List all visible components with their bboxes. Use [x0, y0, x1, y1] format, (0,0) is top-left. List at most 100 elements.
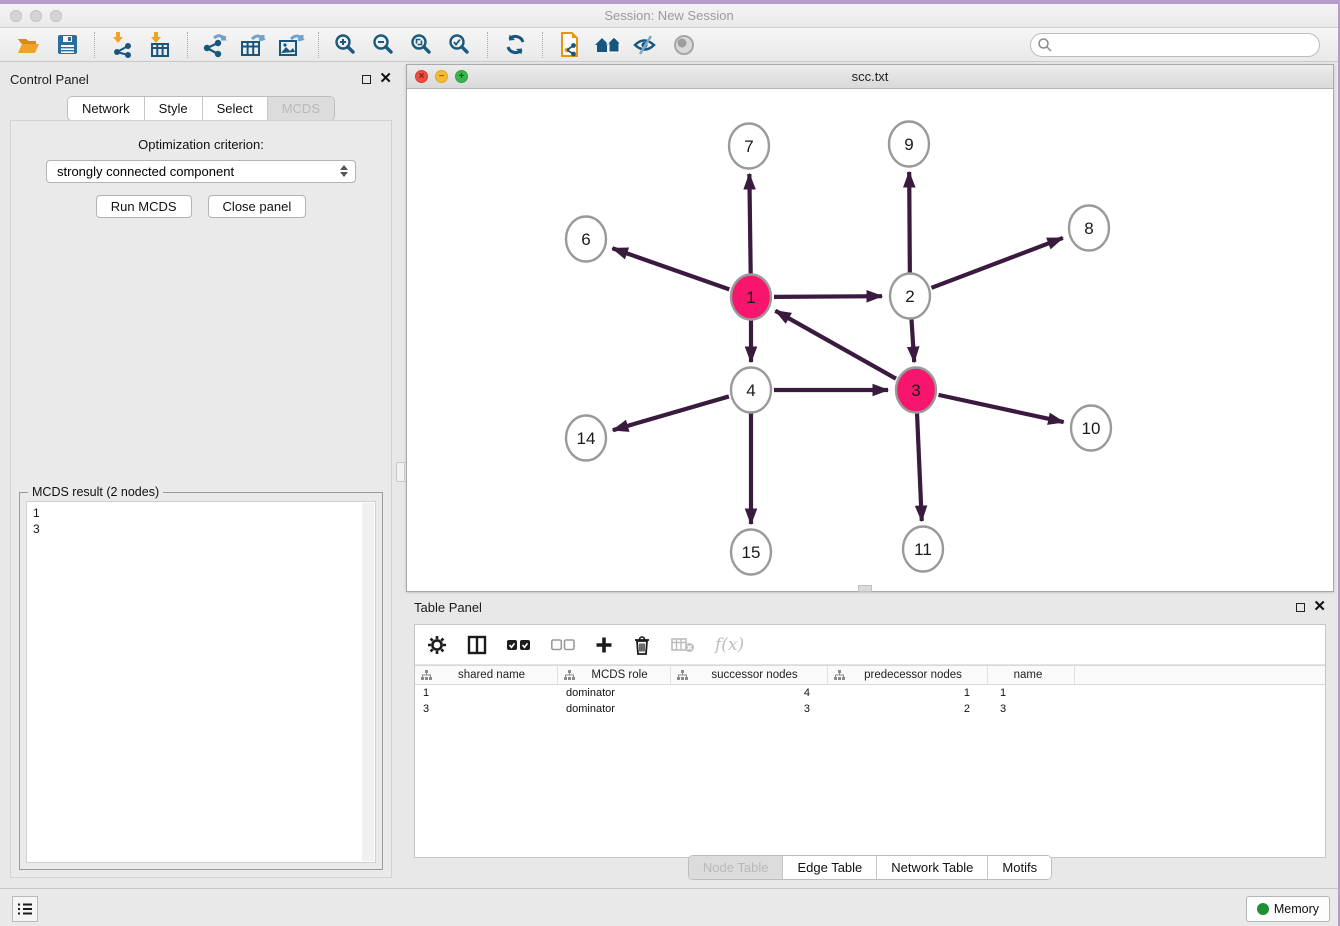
column-header[interactable]: MCDS role [558, 666, 671, 684]
node-2[interactable]: 2 [890, 274, 930, 319]
tab-select[interactable]: Select [203, 97, 268, 120]
network-window-titlebar[interactable]: scc.txt × − + [407, 65, 1333, 89]
edge-2-3[interactable] [911, 319, 914, 362]
edge-1-2[interactable] [774, 296, 882, 297]
table-cell[interactable]: 1 [828, 685, 988, 701]
table-cell[interactable]: 4 [671, 685, 828, 701]
table-row[interactable]: 1dominator411 [415, 685, 1325, 701]
float-panel-icon[interactable] [362, 75, 371, 84]
save-session-button[interactable] [52, 30, 82, 60]
node-10[interactable]: 10 [1071, 406, 1111, 451]
hide-selected-button[interactable] [631, 30, 661, 60]
table-settings-button[interactable] [427, 635, 447, 655]
export-table-button[interactable] [238, 30, 268, 60]
result-scrollbar[interactable] [362, 503, 374, 861]
table-cell[interactable]: 2 [828, 701, 988, 717]
tab-node-table[interactable]: Node Table [689, 856, 784, 879]
edge-1-7[interactable] [749, 174, 750, 274]
add-column-button[interactable] [595, 636, 613, 654]
delete-column-button[interactable] [633, 635, 651, 655]
vertical-splitter-handle[interactable] [396, 462, 405, 482]
deselect-all-button[interactable] [551, 639, 575, 651]
zoom-in-button[interactable] [331, 30, 361, 60]
float-table-panel-icon[interactable] [1296, 603, 1305, 612]
svg-text:4: 4 [746, 381, 755, 400]
node-14[interactable]: 14 [566, 416, 606, 461]
table-cell[interactable]: 3 [988, 701, 1075, 717]
tab-mcds[interactable]: MCDS [268, 97, 334, 120]
network-maximize-button[interactable]: + [455, 70, 468, 83]
column-header[interactable]: successor nodes [671, 666, 828, 684]
table-cell[interactable]: dominator [558, 701, 671, 717]
column-header[interactable]: shared name [415, 666, 558, 684]
criterion-select[interactable]: strongly connected component [46, 160, 356, 183]
node-7[interactable]: 7 [729, 124, 769, 169]
mcds-result-group: MCDS result (2 nodes) 13 [19, 492, 383, 870]
table-cell[interactable]: dominator [558, 685, 671, 701]
node-15[interactable]: 15 [731, 530, 771, 575]
import-table-button[interactable] [145, 30, 175, 60]
node-3[interactable]: 3 [896, 368, 936, 413]
mcds-result-textarea[interactable]: 13 [26, 501, 376, 863]
table-cell[interactable]: 3 [415, 701, 558, 717]
node-1[interactable]: 1 [731, 275, 771, 320]
export-image-button[interactable] [276, 30, 306, 60]
close-table-panel-icon[interactable]: ✕ [1313, 601, 1326, 613]
memory-button[interactable]: Memory [1246, 896, 1330, 922]
svg-text:7: 7 [744, 137, 753, 156]
tab-network[interactable]: Network [68, 97, 145, 120]
column-header[interactable]: predecessor nodes [828, 666, 988, 684]
import-network-button[interactable] [107, 30, 137, 60]
tab-style[interactable]: Style [145, 97, 203, 120]
edge-4-14[interactable] [613, 396, 729, 430]
zoom-fit-button[interactable] [407, 30, 437, 60]
control-panel-header: Control Panel ✕ [2, 66, 400, 92]
column-header[interactable]: name [988, 666, 1075, 684]
show-all-button[interactable] [669, 30, 699, 60]
network-canvas[interactable]: 7 9 6 8 1 2 4 3 14 10 15 11 [407, 89, 1333, 591]
zoom-out-button[interactable] [369, 30, 399, 60]
tab-motifs[interactable]: Motifs [988, 856, 1051, 879]
network-graph[interactable]: 7 9 6 8 1 2 4 3 14 10 15 11 [407, 89, 1333, 591]
first-neighbors-button[interactable] [593, 30, 623, 60]
task-history-button[interactable] [12, 896, 38, 922]
table-cell[interactable]: 1 [415, 685, 558, 701]
edge-1-6[interactable] [612, 248, 729, 289]
edge-2-9[interactable] [909, 172, 910, 273]
refresh-view-button[interactable] [500, 30, 530, 60]
export-network-button[interactable] [200, 30, 230, 60]
zoom-selected-button[interactable] [445, 30, 475, 60]
edge-2-8[interactable] [932, 238, 1063, 288]
table-cell[interactable]: 3 [671, 701, 828, 717]
horizontal-splitter-handle[interactable] [858, 585, 872, 592]
node-11[interactable]: 11 [903, 527, 943, 572]
toolbar-separator [187, 32, 188, 58]
node-8[interactable]: 8 [1069, 206, 1109, 251]
column-layout-button[interactable] [467, 635, 487, 655]
open-session-button[interactable] [14, 30, 44, 60]
table-cell[interactable]: 1 [988, 685, 1075, 701]
tab-edge-table[interactable]: Edge Table [783, 856, 877, 879]
table-row[interactable]: 3dominator323 [415, 701, 1325, 717]
node-4[interactable]: 4 [731, 368, 771, 413]
close-panel-button[interactable]: Close panel [208, 195, 307, 218]
run-mcds-button[interactable]: Run MCDS [96, 195, 192, 218]
network-close-button[interactable]: × [415, 70, 428, 83]
network-minimize-button[interactable]: − [435, 70, 448, 83]
houses-icon [593, 33, 623, 57]
search-field[interactable] [1030, 33, 1320, 57]
select-all-button[interactable] [507, 639, 531, 651]
main-toolbar [0, 28, 1338, 62]
clone-network-button[interactable] [555, 30, 585, 60]
search-input[interactable] [1053, 35, 1319, 55]
function-builder-button[interactable]: f(x) [715, 635, 744, 655]
node-6[interactable]: 6 [566, 217, 606, 262]
edge-3-11[interactable] [917, 413, 922, 521]
edge-3-10[interactable] [938, 395, 1063, 422]
close-panel-icon[interactable]: ✕ [379, 73, 392, 85]
tab-network-table[interactable]: Network Table [877, 856, 988, 879]
node-9[interactable]: 9 [889, 122, 929, 167]
export-image-icon [278, 32, 305, 58]
delete-table-button[interactable] [671, 637, 695, 653]
edge-3-1[interactable] [775, 311, 896, 379]
